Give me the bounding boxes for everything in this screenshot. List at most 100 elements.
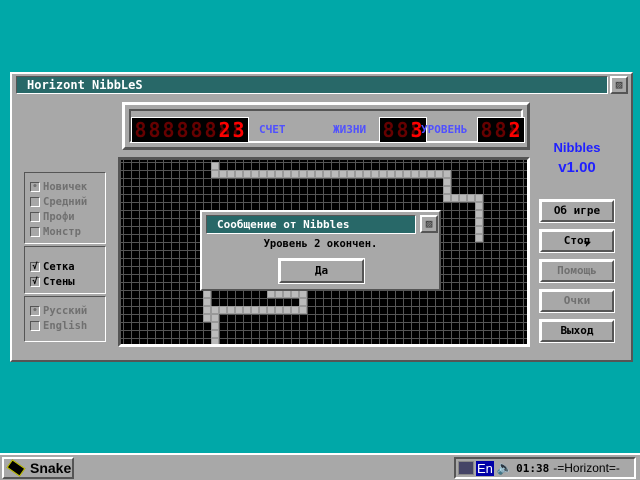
- led-digit: 8: [134, 118, 147, 142]
- led-digit: 83: [232, 118, 245, 142]
- snake-icon: [6, 459, 26, 477]
- snake-segment: [419, 170, 427, 178]
- radio-difficulty[interactable]: Профи: [25, 209, 105, 224]
- difficulty-label: Монстр: [43, 225, 81, 238]
- radio-icon: [30, 320, 40, 331]
- led-digit: 8: [382, 118, 395, 142]
- clock: 01:38: [516, 461, 550, 475]
- scoreboard: 888888828323 СЧЕТ ЖИЗНИ 88833 УРОВЕНЬ 88…: [122, 102, 530, 150]
- speaker-icon[interactable]: 🔈: [497, 461, 513, 476]
- led-digit: 8: [176, 118, 189, 142]
- snake-segment: [203, 314, 211, 322]
- snake-segment: [275, 306, 283, 314]
- snake-segment: [475, 194, 483, 202]
- logo-version: v1.00: [558, 159, 596, 176]
- snake-segment: [299, 170, 307, 178]
- close-button[interactable]: ▨: [610, 76, 628, 94]
- language-indicator[interactable]: En: [476, 460, 494, 476]
- radio-icon: [30, 211, 40, 222]
- snake-segment: [235, 306, 243, 314]
- difficulty-group: • Новичек Средний Профи Монстр: [24, 172, 106, 244]
- snake-segment: [475, 226, 483, 234]
- button-1[interactable]: Стоп: [539, 229, 615, 253]
- options-label: Стены: [43, 275, 75, 288]
- led-digit: 8: [396, 118, 409, 142]
- dialog-message: Уровень 2 окончен.: [263, 238, 378, 250]
- snake-segment: [323, 170, 331, 178]
- radio-difficulty[interactable]: Средний: [25, 194, 105, 209]
- snake-segment: [267, 306, 275, 314]
- snake-segment: [475, 202, 483, 210]
- snake-segment: [347, 170, 355, 178]
- language-label: English: [43, 319, 88, 332]
- button-3: Очки: [539, 289, 615, 313]
- difficulty-label: Профи: [43, 210, 75, 223]
- snake-segment: [203, 306, 211, 314]
- snake-segment: [243, 170, 251, 178]
- snake-segment: [331, 170, 339, 178]
- system-tray: En 🔈 01:38 -=Horizont=-: [454, 457, 636, 479]
- snake-segment: [227, 170, 235, 178]
- snake-segment: [467, 194, 475, 202]
- snake-segment: [267, 170, 275, 178]
- checkbox-icon: √: [30, 261, 40, 272]
- lives-display: 88833: [379, 117, 427, 143]
- display-icon[interactable]: [458, 461, 474, 475]
- button-4[interactable]: Выход: [539, 319, 615, 343]
- led-digit: 8: [190, 118, 203, 142]
- snake-segment: [291, 170, 299, 178]
- snake-segment: [251, 306, 259, 314]
- options-label: Сетка: [43, 260, 75, 273]
- dialog-close-button[interactable]: ▨: [420, 215, 438, 233]
- snake-segment: [299, 306, 307, 314]
- led-digit: 8: [204, 118, 217, 142]
- checkbox-options[interactable]: √ Сетка: [25, 259, 105, 274]
- checkbox-icon: √: [30, 276, 40, 287]
- lives-label: ЖИЗНИ: [333, 123, 367, 136]
- radio-language[interactable]: • Русский: [25, 303, 105, 318]
- message-dialog: Сообщение от Nibbles ▨ Уровень 2 окончен…: [200, 210, 441, 291]
- snake-segment: [435, 170, 443, 178]
- radio-icon: •: [30, 181, 40, 192]
- snake-segment: [427, 170, 435, 178]
- score-display: 888888828323: [131, 117, 249, 143]
- radio-language[interactable]: English: [25, 318, 105, 333]
- radio-difficulty[interactable]: • Новичек: [25, 179, 105, 194]
- button-0[interactable]: Об игре: [539, 199, 615, 223]
- snake-segment: [203, 290, 211, 298]
- snake-segment: [451, 194, 459, 202]
- snake-segment: [475, 234, 483, 242]
- radio-difficulty[interactable]: Монстр: [25, 224, 105, 239]
- snake-segment: [291, 290, 299, 298]
- snake-segment: [299, 290, 307, 298]
- snake-segment: [219, 170, 227, 178]
- options-group: √ Сетка √ Стены: [24, 246, 106, 294]
- logo: Nibbles v1.00: [542, 140, 612, 176]
- snake-segment: [211, 162, 219, 170]
- checkbox-options[interactable]: √ Стены: [25, 274, 105, 289]
- snake-segment: [371, 170, 379, 178]
- close-icon: ▨: [425, 217, 433, 230]
- led-digit: 82: [508, 118, 521, 142]
- led-digit: 8: [148, 118, 161, 142]
- snake-segment: [275, 170, 283, 178]
- snake-segment: [227, 306, 235, 314]
- snake-segment: [339, 170, 347, 178]
- snake-segment: [211, 338, 219, 344]
- snake-segment: [283, 306, 291, 314]
- snake-segment: [259, 306, 267, 314]
- snake-segment: [203, 298, 211, 306]
- snake-segment: [443, 170, 451, 178]
- dialog-title: Сообщение от Nibbles: [206, 215, 416, 234]
- level-label: УРОВЕНЬ: [421, 123, 468, 136]
- radio-icon: [30, 196, 40, 207]
- tray-label: -=Horizont=-: [553, 461, 620, 475]
- snake-segment: [363, 170, 371, 178]
- taskbar-app-button[interactable]: Snake: [2, 457, 74, 479]
- snake-segment: [219, 306, 227, 314]
- ok-button[interactable]: Да: [278, 258, 365, 284]
- snake-segment: [299, 298, 307, 306]
- snake-segment: [355, 170, 363, 178]
- snake-segment: [387, 170, 395, 178]
- snake-segment: [475, 218, 483, 226]
